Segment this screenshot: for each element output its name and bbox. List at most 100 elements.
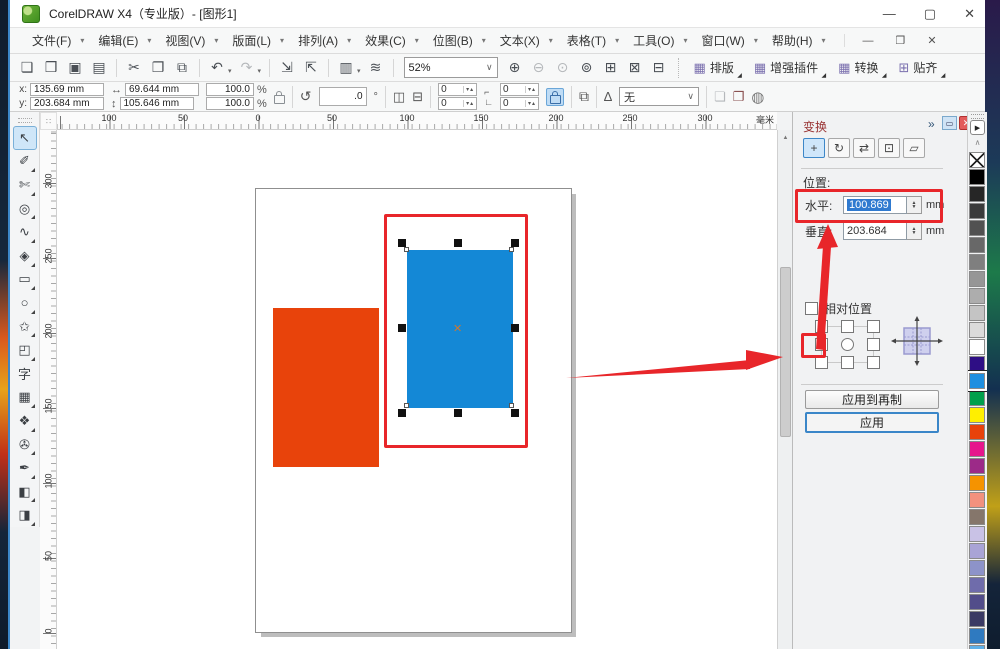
vertical-ruler[interactable]: 300 250 200 150 100 50 0 xyxy=(40,130,57,649)
zoom-all-objects-icon[interactable]: ⊞ xyxy=(600,57,622,79)
docker-minimize-button[interactable]: ▭ xyxy=(942,116,957,130)
swatch-21[interactable] xyxy=(969,509,985,525)
outline-width-combo[interactable]: 无 ∨ xyxy=(618,87,699,106)
outline-pen-tool[interactable]: ✒ xyxy=(13,456,37,480)
anchor-checkbox[interactable] xyxy=(867,338,880,351)
interactive-fill-tool[interactable]: ◨ xyxy=(13,503,37,527)
swatch-9[interactable] xyxy=(969,305,985,321)
zoom-tool[interactable]: ◎ xyxy=(13,197,37,221)
polygon-tool[interactable]: ✩ xyxy=(13,315,37,339)
chevron-down-icon[interactable]: ▾ xyxy=(228,67,232,75)
selection-handle[interactable] xyxy=(454,239,462,247)
scroll-up-arrow-icon[interactable]: ▲ xyxy=(780,132,791,144)
menu-caret-icon[interactable]: ▾ xyxy=(80,36,84,45)
orange-rectangle-shape[interactable] xyxy=(273,308,379,467)
vertical-scrollbar[interactable]: ▲ xyxy=(777,130,792,649)
smart-fill-tool[interactable]: ◈ xyxy=(13,244,37,268)
corner-tl-spinner[interactable]: 0 ▾▴ xyxy=(438,83,478,96)
palette-grip[interactable] xyxy=(971,114,984,119)
swatch-24[interactable] xyxy=(969,560,985,576)
menu-caret-icon[interactable]: ▾ xyxy=(549,36,553,45)
swatch-4[interactable] xyxy=(969,220,985,236)
menu-caret-icon[interactable]: ▾ xyxy=(683,36,687,45)
swatch-14[interactable] xyxy=(969,390,985,406)
menu-item-7[interactable]: 文本(X) xyxy=(500,32,540,49)
object-width-field[interactable]: 69.644 mm xyxy=(125,83,199,96)
zoom-one-shot-icon[interactable]: ⊙ xyxy=(552,57,574,79)
swatch-18[interactable] xyxy=(969,458,985,474)
zoom-in-icon[interactable]: ⊕ xyxy=(504,57,526,79)
menu-caret-icon[interactable]: ▾ xyxy=(822,36,826,45)
swatch-13[interactable] xyxy=(969,373,985,389)
typesetting-button[interactable]: ▦ 排版 ◢ xyxy=(688,57,742,80)
mirror-horizontal-icon[interactable]: ◫ xyxy=(393,89,405,105)
object-properties-icon[interactable]: ◍ xyxy=(751,88,764,106)
anchor-checkbox[interactable] xyxy=(841,356,854,369)
zoom-level-combo[interactable]: 52% ∨ xyxy=(403,57,498,78)
menu-caret-icon[interactable]: ▾ xyxy=(280,36,284,45)
selection-handle[interactable] xyxy=(398,239,406,247)
doc-minimize-icon[interactable]: — xyxy=(863,35,874,47)
horizontal-value-field[interactable]: 100.869 xyxy=(843,196,907,214)
mirror-vertical-icon[interactable]: ⊟ xyxy=(412,89,423,105)
menu-caret-icon[interactable]: ▾ xyxy=(615,36,619,45)
scale-lock-icon[interactable] xyxy=(273,90,285,104)
selection-handle[interactable] xyxy=(454,409,462,417)
selection-handle[interactable] xyxy=(511,409,519,417)
doc-restore-icon[interactable]: ❐ xyxy=(896,34,906,47)
chevron-down-icon[interactable]: ▾ xyxy=(258,67,262,75)
save-icon[interactable]: ▣ xyxy=(64,57,86,79)
swatch-12[interactable] xyxy=(969,356,985,372)
selection-handle[interactable] xyxy=(398,324,406,332)
menu-item-1[interactable]: 编辑(E) xyxy=(98,32,138,49)
menu-item-5[interactable]: 效果(C) xyxy=(365,32,406,49)
transform-tab-scale-mirror[interactable]: ⇄ xyxy=(853,138,875,158)
scale-h-field[interactable]: 100.0 xyxy=(206,83,254,96)
vertical-spinner[interactable]: ▲ ▼ xyxy=(907,222,922,240)
relative-position-checkbox[interactable] xyxy=(805,302,818,315)
wrap-behind-icon[interactable]: ❏ xyxy=(714,89,726,105)
zoom-page-icon[interactable]: ⊠ xyxy=(624,57,646,79)
graphic-options-icon[interactable]: ≋ xyxy=(365,57,387,79)
swatch-22[interactable] xyxy=(969,526,985,542)
selection-handle[interactable] xyxy=(398,409,406,417)
transform-tab-rotate[interactable]: ↻ xyxy=(828,138,850,158)
swatch-19[interactable] xyxy=(969,475,985,491)
rectangle-tool[interactable]: ▭ xyxy=(13,268,37,292)
import-icon[interactable]: ⇲ xyxy=(276,57,298,79)
selection-handle[interactable] xyxy=(511,324,519,332)
transform-tab-position[interactable]: + xyxy=(803,138,825,158)
application-launcher-icon[interactable]: ▥ xyxy=(335,57,357,79)
corner-node[interactable] xyxy=(509,403,514,408)
transform-tab-skew[interactable]: ▱ xyxy=(903,138,925,158)
corner-node[interactable] xyxy=(404,403,409,408)
swatch-29[interactable] xyxy=(969,645,985,649)
menu-caret-icon[interactable]: ▾ xyxy=(347,36,351,45)
text-tool[interactable]: 字 xyxy=(13,362,37,386)
table-tool[interactable]: ▦ xyxy=(13,386,37,410)
swatch-27[interactable] xyxy=(969,611,985,627)
swatch-8[interactable] xyxy=(969,288,985,304)
chevron-down-icon[interactable]: ▾ xyxy=(357,67,361,75)
rotation-angle-field[interactable]: .0 xyxy=(318,87,367,106)
object-height-field[interactable]: 105.646 mm xyxy=(119,97,194,110)
swatch-16[interactable] xyxy=(969,424,985,440)
zoom-page-width-icon[interactable]: ⊟ xyxy=(648,57,670,79)
basic-shapes-tool[interactable]: ◰ xyxy=(13,338,37,362)
print-icon[interactable]: ▤ xyxy=(88,57,110,79)
doc-close-icon[interactable]: ✕ xyxy=(927,34,936,47)
swatch-6[interactable] xyxy=(969,254,985,270)
text-wrap-icon[interactable]: ⧉ xyxy=(579,88,589,105)
menu-item-4[interactable]: 排列(A) xyxy=(298,32,338,49)
swatch-15[interactable] xyxy=(969,407,985,423)
freehand-tool[interactable]: ∿ xyxy=(13,220,37,244)
swatch-23[interactable] xyxy=(969,543,985,559)
selection-handle[interactable] xyxy=(511,239,519,247)
menu-item-0[interactable]: 文件(F) xyxy=(32,32,71,49)
scrollbar-thumb[interactable] xyxy=(780,267,791,437)
menu-item-2[interactable]: 视图(V) xyxy=(165,32,205,49)
zoom-selected-icon[interactable]: ⊚ xyxy=(576,57,598,79)
redo-icon[interactable]: ↷ xyxy=(236,57,258,79)
menu-caret-icon[interactable]: ▾ xyxy=(214,36,218,45)
cut-icon[interactable]: ✂ xyxy=(123,57,145,79)
